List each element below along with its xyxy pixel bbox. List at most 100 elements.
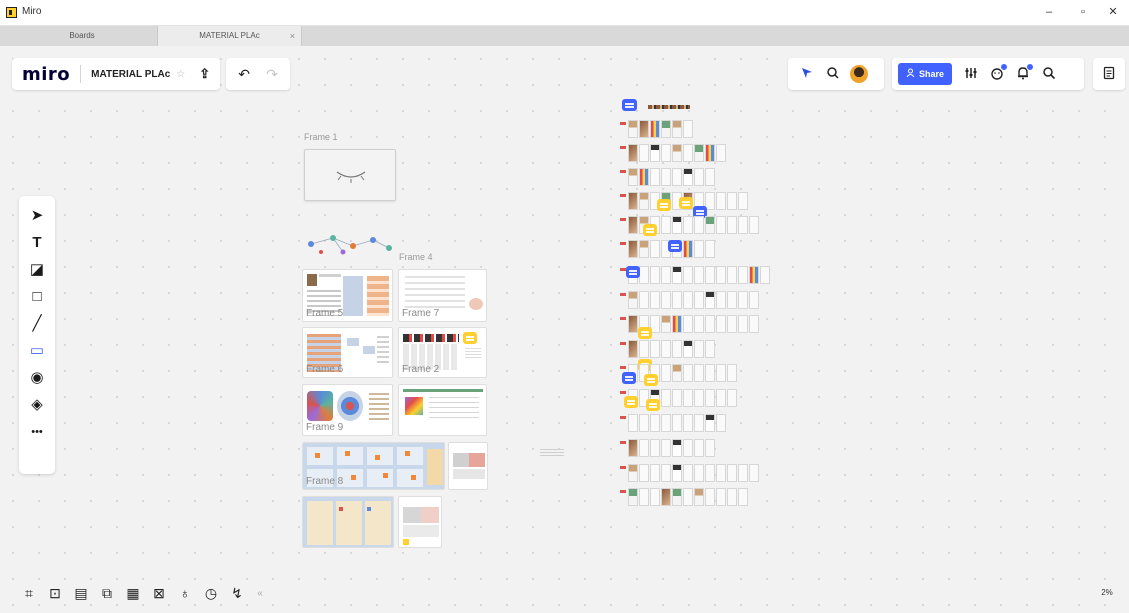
window-title: Miro	[22, 6, 42, 17]
creation-toolbar: ➤ T ◪ □ ╱ ▭ ◉ ◈ •••	[19, 196, 55, 474]
frame-small-table[interactable]	[448, 442, 488, 490]
tab-material-plac[interactable]: MATERIAL PLAc ×	[157, 26, 302, 46]
circle-diagram	[337, 391, 363, 421]
pen-tool[interactable]: ╱	[19, 314, 55, 334]
redo-icon[interactable]: ↷	[262, 66, 282, 83]
orange-notes-column	[367, 276, 389, 316]
screen-share-icon[interactable]: ⧉	[94, 585, 120, 602]
comment-bubble[interactable]	[626, 266, 640, 278]
text-tool[interactable]: T	[19, 233, 55, 253]
tab-boards[interactable]: Boards	[8, 26, 156, 46]
frames-icon[interactable]: ⌗	[16, 585, 42, 602]
frame-2[interactable]: Frame 2	[398, 327, 487, 378]
frame-small-layout[interactable]	[398, 496, 442, 548]
cards-icon[interactable]: ▦	[120, 585, 146, 602]
share-and-tools-group: Share	[892, 58, 1084, 90]
timer-icon[interactable]: ◷	[198, 585, 224, 602]
frame-5-title: Frame 5	[306, 308, 344, 319]
frame-9-title: Frame 9	[306, 422, 344, 433]
comment-bubble[interactable]	[622, 372, 636, 384]
settings-sliders-icon[interactable]	[958, 66, 984, 83]
share-button[interactable]: Share	[898, 63, 953, 85]
comment-tool[interactable]: ▭	[19, 341, 55, 361]
sticky-note[interactable]	[679, 197, 693, 209]
frame-colorful-square[interactable]	[398, 384, 487, 436]
board-name[interactable]: MATERIAL PLAc	[91, 69, 170, 80]
notes-icon[interactable]	[1093, 66, 1125, 83]
thumbnail-row[interactable]	[620, 464, 760, 484]
row-marker	[620, 441, 626, 444]
row-marker	[620, 342, 626, 345]
row-marker	[620, 194, 626, 197]
select-tool[interactable]: ➤	[19, 206, 55, 226]
thumbnail-row[interactable]	[620, 364, 738, 384]
thumbnail-row[interactable]	[620, 414, 727, 434]
reactions-icon[interactable]	[984, 62, 1010, 83]
camera-tool[interactable]: ◉	[19, 368, 55, 388]
search-user-icon[interactable]	[820, 66, 846, 83]
close-window-button[interactable]: ✕	[1102, 3, 1124, 21]
frame-8[interactable]: Frame 8	[302, 442, 445, 490]
comment-bubble[interactable]	[622, 99, 637, 111]
zoom-level[interactable]: 2%	[1092, 588, 1122, 597]
export-icon[interactable]: ⊠	[146, 585, 172, 602]
text-column	[343, 276, 363, 316]
window-titlebar: Miro – ▫ ✕	[0, 0, 1129, 26]
thumbnail-row[interactable]	[620, 488, 749, 508]
more-tools-button[interactable]: •••	[19, 422, 55, 442]
sticky-note[interactable]	[624, 396, 638, 408]
thumbnail-row[interactable]	[620, 340, 716, 360]
board-canvas[interactable]: Frame 1 Frame 4 Frame 5 Frame 7 Frame 6 …	[0, 46, 1129, 613]
eraser-tool[interactable]: ◈	[19, 395, 55, 415]
comments-icon[interactable]: ⊡	[42, 585, 68, 602]
sticky-note[interactable]	[638, 327, 652, 339]
sticky-note-tool[interactable]: ◪	[19, 260, 55, 280]
chat-icon[interactable]: ▤	[68, 585, 94, 602]
frame-1-label: Frame 1	[304, 132, 338, 142]
orange-dot	[351, 475, 356, 480]
color-swatch	[405, 397, 423, 415]
frame-6[interactable]: Frame 6	[302, 327, 393, 378]
comment-bubble[interactable]	[668, 240, 682, 252]
shape-tool[interactable]: □	[19, 287, 55, 307]
sticky-note[interactable]	[657, 199, 671, 211]
mind-map-cluster[interactable]	[303, 232, 395, 257]
thumbnail-row[interactable]	[620, 439, 716, 459]
thumbnail-row[interactable]	[620, 168, 716, 188]
sticky-note[interactable]	[644, 374, 658, 386]
sticky-note[interactable]	[643, 224, 657, 236]
frame-7[interactable]: Frame 7	[398, 269, 487, 322]
thumbnail-row[interactable]	[620, 216, 760, 236]
text-column	[369, 393, 389, 423]
notifications-icon[interactable]	[1010, 62, 1036, 83]
collapse-toolbar-icon[interactable]: «	[250, 588, 270, 599]
small-text-note[interactable]	[540, 449, 564, 457]
avatar[interactable]	[850, 65, 868, 83]
activity-icon[interactable]: ↯	[224, 585, 250, 602]
maximize-button[interactable]: ▫	[1072, 3, 1094, 21]
tab-close-icon[interactable]: ×	[290, 26, 295, 46]
cursor-icon[interactable]	[794, 66, 820, 83]
vote-icon[interactable]: ♁	[172, 585, 198, 601]
miro-logo[interactable]: miro	[22, 64, 70, 85]
thumbnail-row[interactable]	[620, 291, 760, 311]
search-icon[interactable]	[1036, 66, 1062, 83]
colorful-diagram	[307, 391, 333, 421]
upload-icon[interactable]: ⇪	[199, 66, 210, 82]
marker-dot	[367, 507, 371, 511]
star-icon[interactable]: ☆	[176, 69, 185, 80]
undo-icon[interactable]: ↶	[234, 66, 254, 83]
sticky-note[interactable]	[463, 332, 477, 344]
text-block	[405, 276, 465, 312]
row-marker	[620, 490, 626, 493]
frame-cards-bottom[interactable]	[302, 496, 394, 548]
thumbnail-row[interactable]	[620, 120, 694, 140]
thumbnail-row[interactable]	[620, 266, 771, 286]
thumbnail-row[interactable]	[620, 144, 727, 164]
frame-9[interactable]: Frame 9	[302, 384, 393, 436]
sticky-note[interactable]	[646, 399, 660, 411]
minimize-button[interactable]: –	[1038, 3, 1060, 21]
frame-1[interactable]	[304, 149, 396, 201]
frame-5[interactable]: Frame 5	[302, 269, 393, 322]
color-chip	[403, 539, 409, 545]
